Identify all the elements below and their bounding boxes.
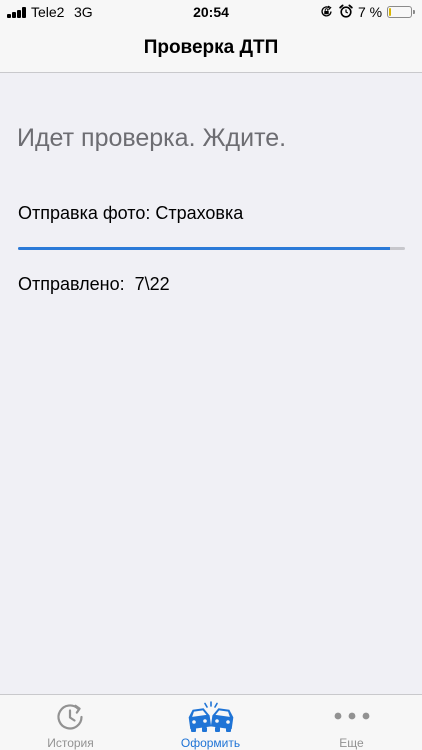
screen: Tele2 3G 20:54 7 % Проверка ДТП Идет про… — [0, 0, 422, 750]
upload-status-label: Отправка фото: Страховка — [18, 203, 244, 223]
upload-progress-bar — [18, 247, 405, 250]
tab-history[interactable]: История — [0, 695, 141, 750]
tab-create-label: Оформить — [180, 736, 241, 750]
car-crash-icon — [188, 701, 233, 732]
tab-history-label: История — [47, 736, 94, 750]
tab-create[interactable]: Оформить — [140, 695, 281, 750]
alarm-icon — [339, 4, 353, 18]
more-dots-icon — [334, 712, 369, 720]
orientation-lock-icon — [321, 5, 332, 17]
battery-icon — [387, 6, 412, 18]
status-bar: Tele2 3G 20:54 7 % — [0, 0, 422, 24]
checking-status-text: Идет проверка. Ждите. — [17, 124, 287, 152]
battery-level — [389, 8, 391, 16]
tab-bar: История Оформить Еще — [0, 694, 422, 750]
sent-count-row: Отправлено: 7\22 — [18, 274, 170, 295]
history-clock-icon — [56, 704, 83, 730]
navigation-bar: Проверка ДТП — [0, 24, 422, 73]
tab-more[interactable]: Еще — [281, 695, 422, 750]
battery-nub — [413, 10, 415, 14]
page-title: Проверка ДТП — [143, 37, 279, 58]
sent-label: Отправлено: — [18, 274, 135, 294]
sent-count: 7\22 — [134, 274, 170, 294]
upload-progress-fill — [18, 247, 390, 250]
tab-more-label: Еще — [339, 736, 364, 750]
battery-percent: 7 % — [358, 4, 383, 20]
